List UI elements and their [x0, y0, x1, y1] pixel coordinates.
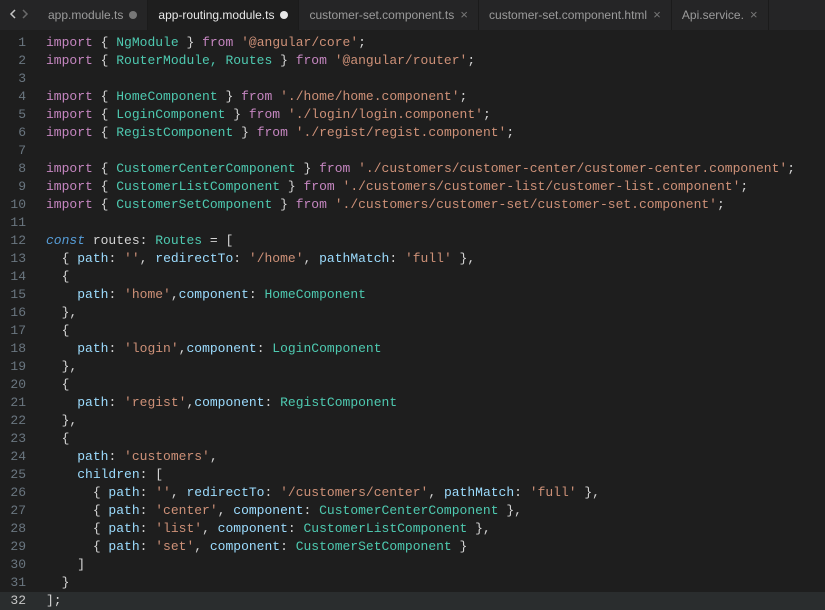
line-number: 10: [0, 196, 40, 214]
line-number: 29: [0, 538, 40, 556]
code-line[interactable]: { path: 'list', component: CustomerListC…: [40, 520, 825, 538]
code-line[interactable]: import { CustomerCenterComponent } from …: [40, 160, 825, 178]
code-line[interactable]: }: [40, 574, 825, 592]
tab-label: app-routing.module.ts: [158, 8, 274, 22]
line-number: 2: [0, 52, 40, 70]
line-number: 11: [0, 214, 40, 232]
code-line[interactable]: {: [40, 322, 825, 340]
nav-back-icon[interactable]: [8, 8, 18, 23]
line-number: 26: [0, 484, 40, 502]
code-line[interactable]: path: 'login',component: LoginComponent: [40, 340, 825, 358]
tab-app-module-ts[interactable]: app.module.ts: [38, 0, 148, 30]
code-line[interactable]: import { RouterModule, Routes } from '@a…: [40, 52, 825, 70]
tab-bar: app.module.ts app-routing.module.ts custom…: [0, 0, 825, 30]
line-number: 4: [0, 88, 40, 106]
line-number: 5: [0, 106, 40, 124]
line-number: 21: [0, 394, 40, 412]
line-number: 12: [0, 232, 40, 250]
code-line[interactable]: { path: 'center', component: CustomerCen…: [40, 502, 825, 520]
code-line[interactable]: import { NgModule } from '@angular/core'…: [40, 34, 825, 52]
line-number: 18: [0, 340, 40, 358]
code-content[interactable]: import { NgModule } from '@angular/core'…: [40, 30, 825, 610]
code-area[interactable]: 1234567891011121314151617181920212223242…: [0, 30, 825, 610]
line-number: 31: [0, 574, 40, 592]
line-number: 27: [0, 502, 40, 520]
line-number: 32: [0, 592, 40, 610]
code-line[interactable]: { path: '', redirectTo: '/home', pathMat…: [40, 250, 825, 268]
tabs-container: app.module.ts app-routing.module.ts custom…: [38, 0, 825, 30]
line-number: 17: [0, 322, 40, 340]
tab-api-service-[interactable]: Api.service. ×: [672, 0, 769, 30]
line-number: 30: [0, 556, 40, 574]
tab-app-routing-module-ts[interactable]: app-routing.module.ts: [148, 0, 299, 30]
code-line[interactable]: ]: [40, 556, 825, 574]
line-number: 6: [0, 124, 40, 142]
code-line[interactable]: path: 'home',component: HomeComponent: [40, 286, 825, 304]
tab-label: app.module.ts: [48, 8, 123, 22]
line-number: 20: [0, 376, 40, 394]
line-number: 16: [0, 304, 40, 322]
close-icon[interactable]: ×: [653, 9, 661, 22]
line-number: 13: [0, 250, 40, 268]
line-number: 28: [0, 520, 40, 538]
line-number: 1: [0, 34, 40, 52]
dirty-dot-icon: [280, 11, 288, 19]
tab-label: Api.service.: [682, 8, 744, 22]
dirty-dot-icon: [129, 11, 137, 19]
code-line[interactable]: {: [40, 430, 825, 448]
code-line[interactable]: {: [40, 268, 825, 286]
code-line[interactable]: { path: '', redirectTo: '/customers/cent…: [40, 484, 825, 502]
line-number: 3: [0, 70, 40, 88]
code-line[interactable]: [40, 142, 825, 160]
code-line[interactable]: },: [40, 412, 825, 430]
line-number: 24: [0, 448, 40, 466]
code-line[interactable]: [40, 70, 825, 88]
code-line[interactable]: [40, 214, 825, 232]
code-line[interactable]: {: [40, 376, 825, 394]
line-number-gutter: 1234567891011121314151617181920212223242…: [0, 30, 40, 610]
editor-root: app.module.ts app-routing.module.ts custom…: [0, 0, 825, 610]
line-number: 7: [0, 142, 40, 160]
close-icon[interactable]: ×: [460, 9, 468, 22]
tab-label: customer-set.component.ts: [309, 8, 454, 22]
tab-customer-set-component-ts[interactable]: customer-set.component.ts ×: [299, 0, 479, 30]
code-line[interactable]: ];: [40, 592, 825, 610]
code-line[interactable]: import { HomeComponent } from './home/ho…: [40, 88, 825, 106]
code-line[interactable]: },: [40, 304, 825, 322]
code-line[interactable]: import { CustomerListComponent } from '.…: [40, 178, 825, 196]
line-number: 9: [0, 178, 40, 196]
nav-forward-icon[interactable]: [20, 8, 30, 23]
line-number: 19: [0, 358, 40, 376]
line-number: 8: [0, 160, 40, 178]
nav-arrows: [0, 8, 38, 23]
line-number: 22: [0, 412, 40, 430]
code-line[interactable]: path: 'regist',component: RegistComponen…: [40, 394, 825, 412]
line-number: 23: [0, 430, 40, 448]
code-line[interactable]: { path: 'set', component: CustomerSetCom…: [40, 538, 825, 556]
line-number: 15: [0, 286, 40, 304]
code-line[interactable]: import { RegistComponent } from './regis…: [40, 124, 825, 142]
line-number: 14: [0, 268, 40, 286]
code-line[interactable]: const routes: Routes = [: [40, 232, 825, 250]
close-icon[interactable]: ×: [750, 9, 758, 22]
tab-label: customer-set.component.html: [489, 8, 647, 22]
code-line[interactable]: import { LoginComponent } from './login/…: [40, 106, 825, 124]
tab-customer-set-component-html[interactable]: customer-set.component.html ×: [479, 0, 672, 30]
line-number: 25: [0, 466, 40, 484]
code-line[interactable]: children: [: [40, 466, 825, 484]
code-line[interactable]: import { CustomerSetComponent } from './…: [40, 196, 825, 214]
code-line[interactable]: },: [40, 358, 825, 376]
code-line[interactable]: path: 'customers',: [40, 448, 825, 466]
